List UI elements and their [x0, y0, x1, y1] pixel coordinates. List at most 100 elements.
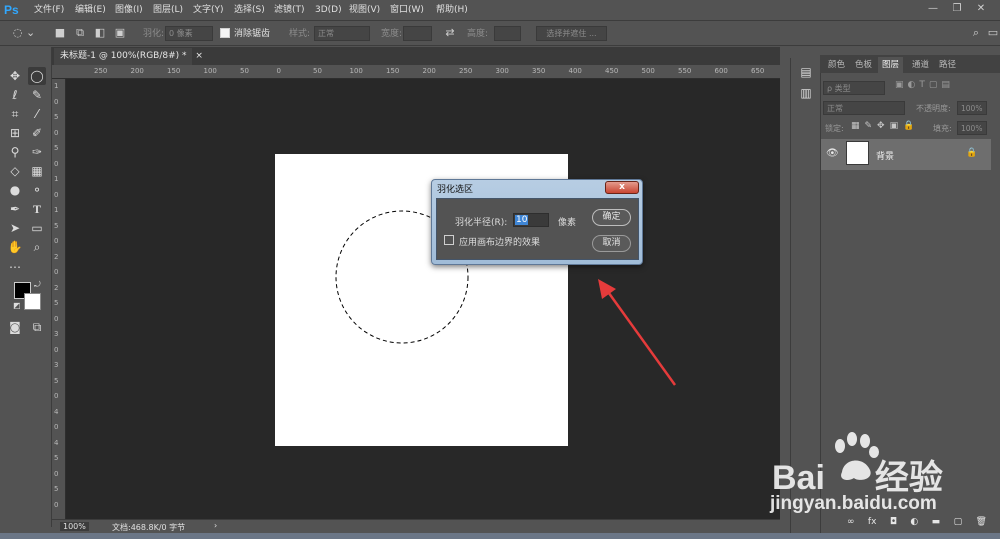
feather-input[interactable]: 0 像素 — [165, 26, 213, 41]
type-tool-icon[interactable]: T — [28, 200, 46, 218]
rectangle-tool-icon[interactable]: ▭ — [28, 219, 46, 237]
feather-radius-label: 羽化半径(R): — [455, 218, 508, 228]
feather-radius-value: 10 — [515, 215, 529, 225]
cancel-button[interactable]: 取消 — [592, 235, 631, 252]
ellipse-marquee-preset-icon[interactable]: ◌ ⌄ — [10, 25, 38, 41]
layer-filter-icons[interactable]: ▣◐T▢▤ — [895, 80, 985, 94]
menu-file[interactable]: 文件(F) — [34, 3, 64, 17]
background-color-swatch[interactable] — [24, 293, 41, 310]
eyedropper-tool-icon[interactable]: ⁄ — [28, 105, 46, 123]
dodge-tool-icon[interactable]: ⚬ — [28, 181, 46, 199]
status-menu-arrow[interactable]: › — [214, 521, 217, 530]
lock-icons[interactable]: ▦✎✥▣🔒 — [851, 121, 919, 131]
canvas-bounds-checkbox[interactable] — [444, 235, 454, 245]
path-select-tool-icon[interactable]: ➤ — [6, 219, 24, 237]
left-ruler-tick-label: 0 — [54, 128, 59, 137]
swap-colors-icon[interactable]: ⤾ — [34, 280, 42, 289]
menu-layer[interactable]: 图层(L) — [153, 3, 183, 17]
feather-radius-input[interactable]: 10 — [513, 213, 549, 227]
history-panel-icon[interactable]: ▤ — [797, 63, 815, 81]
layer-name[interactable]: 背景 — [876, 149, 894, 162]
clone-stamp-tool-icon[interactable]: ⚲ — [6, 143, 24, 161]
left-ruler-labels: 1050501015020250303504045050 — [54, 82, 64, 518]
history-brush-tool-icon[interactable]: ✑ — [28, 143, 46, 161]
more-tools-icon[interactable]: ⋯ — [6, 258, 24, 276]
fill-label: 填充: — [933, 124, 952, 133]
brush-tool-icon[interactable]: ✐ — [28, 124, 46, 142]
subtract-selection-icon[interactable]: ◧ — [92, 25, 108, 41]
workspace-icon[interactable]: ▭ — [985, 25, 1000, 41]
default-colors-icon[interactable]: ◩ — [13, 301, 21, 310]
zoom-tool-icon[interactable]: ⌕ — [28, 238, 46, 256]
eraser-tool-icon[interactable]: ◇ — [6, 162, 24, 180]
restore-button[interactable]: ❐ — [950, 2, 964, 16]
gradient-tool-icon[interactable]: ▦ — [28, 162, 46, 180]
menu-help[interactable]: 帮助(H) — [436, 3, 468, 17]
pen-tool-icon[interactable]: ✒ — [6, 200, 24, 218]
height-input[interactable] — [494, 26, 521, 41]
quick-select-tool-icon[interactable]: ✎ — [28, 86, 46, 104]
move-tool-icon[interactable]: ✥ — [6, 67, 24, 85]
menu-view[interactable]: 视图(V) — [349, 3, 380, 17]
link-layers-icon[interactable]: ∞ — [847, 517, 855, 527]
healing-brush-tool-icon[interactable]: ⊞ — [6, 124, 24, 142]
left-ruler-tick-label: 5 — [54, 221, 59, 230]
height-label: 高度: — [467, 29, 489, 39]
swap-dimensions-icon[interactable]: ⇄ — [442, 25, 458, 41]
close-window-button[interactable]: ✕ — [974, 2, 988, 16]
status-bar: 100% 文档:468.8K/0 字节 › — [52, 519, 780, 533]
properties-panel-icon[interactable]: ▥ — [797, 84, 815, 102]
menu-type[interactable]: 文字(Y) — [193, 3, 224, 17]
zoom-level[interactable]: 100% — [60, 522, 89, 531]
quick-mask-icon[interactable]: ◙ — [6, 318, 24, 336]
menu-select[interactable]: 选择(S) — [234, 3, 265, 17]
document-tab[interactable]: 未标题-1 @ 100%(RGB/8#) * × — [54, 48, 203, 65]
ellipse-marquee-tool-icon[interactable]: ◯ — [28, 67, 46, 85]
tab-layers[interactable]: 图层 — [878, 57, 904, 73]
new-layer-icon[interactable]: ▢ — [954, 517, 963, 527]
add-selection-icon[interactable]: ⧉ — [72, 25, 88, 41]
blend-mode-select[interactable]: 正常 — [823, 101, 905, 115]
top-ruler-tick-label: 50 — [313, 67, 322, 75]
select-and-mask-button[interactable]: 选择并遮住 ... — [536, 26, 607, 41]
top-ruler-tick-label: 150 — [386, 67, 400, 75]
left-ruler-tick-label: 5 — [54, 485, 59, 493]
menu-3d[interactable]: 3D(D) — [315, 3, 342, 17]
delete-layer-icon[interactable]: 🗑 — [976, 517, 987, 527]
fill-input[interactable]: 100% — [957, 121, 987, 135]
layer-filter-select[interactable]: ρ 类型 — [823, 81, 885, 95]
left-ruler-tick-label: 1 — [54, 175, 59, 183]
new-group-icon[interactable]: ▬ — [932, 517, 941, 527]
tab-paths[interactable]: 路径 — [935, 57, 960, 73]
tab-channels[interactable]: 通道 — [908, 57, 933, 73]
blur-tool-icon[interactable]: ● — [6, 181, 24, 199]
antialias-checkbox[interactable] — [220, 28, 230, 38]
adjustment-layer-icon[interactable]: ◐ — [910, 517, 918, 527]
dialog-close-button[interactable]: x — [605, 181, 639, 194]
new-selection-icon[interactable]: ■ — [52, 25, 68, 41]
tab-swatches[interactable]: 色板 — [851, 57, 876, 73]
eye-icon[interactable]: 👁 — [826, 148, 839, 159]
menu-edit[interactable]: 编辑(E) — [75, 3, 106, 17]
menu-filter[interactable]: 滤镜(T) — [274, 3, 305, 17]
document-tab-close-icon[interactable]: × — [195, 51, 203, 61]
add-mask-icon[interactable]: ◘ — [890, 517, 897, 527]
style-select[interactable]: 正常 — [314, 26, 370, 41]
width-input[interactable] — [403, 26, 432, 41]
lasso-tool-icon[interactable]: ℓ — [6, 86, 24, 104]
screen-mode-icon[interactable]: ⧉ — [28, 318, 46, 336]
crop-tool-icon[interactable]: ⌗ — [6, 105, 24, 123]
tab-color[interactable]: 颜色 — [824, 57, 849, 73]
fx-icon[interactable]: fx — [868, 517, 877, 527]
intersect-selection-icon[interactable]: ▣ — [112, 25, 128, 41]
opacity-input[interactable]: 100% — [957, 101, 987, 115]
left-ruler-tick-label: 2 — [54, 283, 59, 292]
search-icon[interactable]: ⌕ — [968, 25, 984, 41]
minimize-button[interactable]: — — [926, 2, 940, 16]
unit-label: 像素 — [558, 218, 577, 228]
left-ruler-tick-label: 0 — [54, 423, 59, 431]
menu-window[interactable]: 窗口(W) — [390, 3, 424, 17]
hand-tool-icon[interactable]: ✋ — [6, 238, 24, 256]
menu-image[interactable]: 图像(I) — [115, 3, 143, 17]
ok-button[interactable]: 确定 — [592, 209, 631, 226]
